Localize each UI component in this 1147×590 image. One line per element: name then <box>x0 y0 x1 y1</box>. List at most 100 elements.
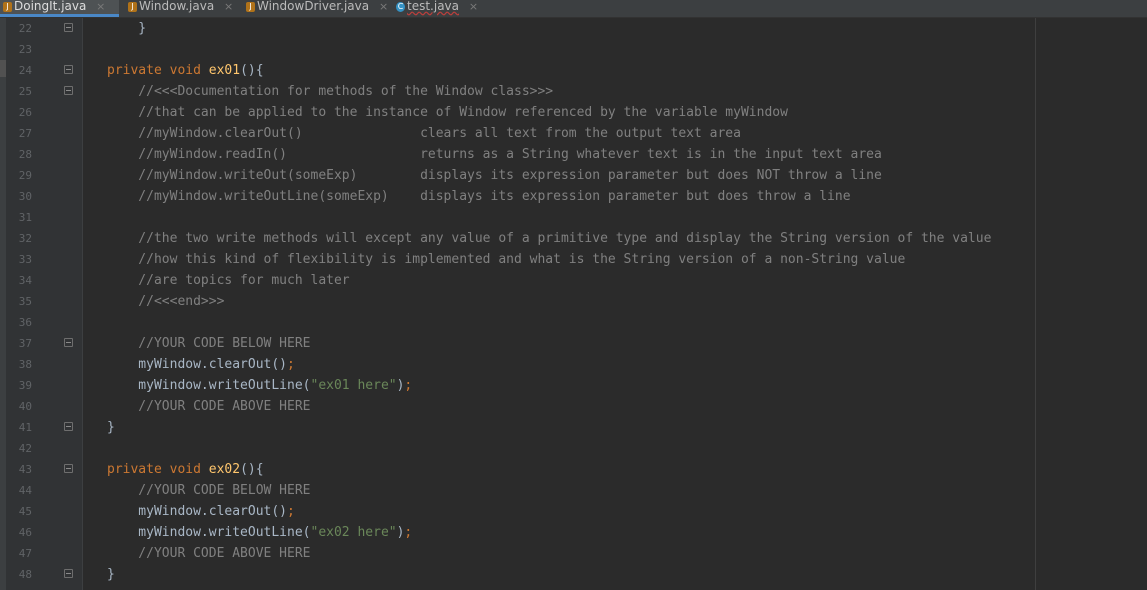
code-text: } <box>107 564 115 585</box>
code-line[interactable]: 23 <box>0 39 1147 60</box>
code-line[interactable]: 32 //the two write methods will except a… <box>0 228 1147 249</box>
code-editor[interactable]: 22 } 23 24 private void ex01(){25 //<<<Docu… <box>0 18 1147 590</box>
fold-icon[interactable] <box>64 464 73 473</box>
code-text: private void ex02(){ <box>107 459 264 480</box>
code-line[interactable]: 30 //myWindow.writeOutLine(someExp) disp… <box>0 186 1147 207</box>
line-number: 28 <box>18 148 32 161</box>
code-text: //YOUR CODE ABOVE HERE <box>107 396 311 417</box>
line-number: 23 <box>18 43 32 56</box>
code-text: } <box>107 417 115 438</box>
code-line[interactable]: 37 //YOUR CODE BELOW HERE <box>0 333 1147 354</box>
code-line[interactable]: 47 //YOUR CODE ABOVE HERE <box>0 543 1147 564</box>
code-token: } <box>107 420 115 435</box>
code-token: //myWindow.writeOutLine(someExp) display… <box>107 189 851 204</box>
close-icon[interactable]: × <box>379 0 388 13</box>
code-line[interactable]: 31 <box>0 207 1147 228</box>
line-number: 35 <box>18 295 32 308</box>
code-token: "ex01 here" <box>310 378 397 393</box>
code-line[interactable]: 39 myWindow.writeOutLine("ex01 here"); <box>0 375 1147 396</box>
line-number: 48 <box>18 568 32 581</box>
code-token: myWindow.writeOutLine( <box>107 378 311 393</box>
code-text: //YOUR CODE BELOW HERE <box>107 333 311 354</box>
code-line[interactable]: 24 private void ex01(){ <box>0 60 1147 81</box>
code-token: //YOUR CODE ABOVE HERE <box>107 546 311 561</box>
code-text: //the two write methods will except any … <box>107 228 991 249</box>
code-token: (){ <box>240 63 264 78</box>
code-token: //YOUR CODE BELOW HERE <box>107 483 311 498</box>
code-line[interactable]: 46 myWindow.writeOutLine("ex02 here"); <box>0 522 1147 543</box>
fold-icon[interactable] <box>64 86 73 95</box>
code-line[interactable]: 45 myWindow.clearOut(); <box>0 501 1147 522</box>
code-text: //myWindow.readIn() returns as a String … <box>107 144 882 165</box>
code-text: //<<<Documentation for methods of the Wi… <box>107 81 553 102</box>
code-token: //<<<Documentation for methods of the Wi… <box>107 84 554 99</box>
editor-tab-bar: ‹ J DoingIt.java × J Window.java × J Win… <box>0 0 1147 18</box>
fold-icon[interactable] <box>64 569 73 578</box>
code-token: } <box>107 21 147 36</box>
code-text: //are topics for much later <box>107 270 350 291</box>
line-number: 32 <box>18 232 32 245</box>
code-token: ex02 <box>208 462 241 477</box>
close-icon[interactable]: × <box>96 0 105 13</box>
code-line[interactable]: 48} <box>0 564 1147 585</box>
code-line[interactable]: 40 //YOUR CODE ABOVE HERE <box>0 396 1147 417</box>
tab-label: Window.java <box>139 0 215 13</box>
code-line[interactable]: 29 //myWindow.writeOut(someExp) displays… <box>0 165 1147 186</box>
code-token: } <box>107 567 115 582</box>
line-number: 45 <box>18 505 32 518</box>
line-number: 26 <box>18 106 32 119</box>
code-line[interactable]: 25 //<<<Documentation for methods of the… <box>0 81 1147 102</box>
code-line[interactable]: 28 //myWindow.readIn() returns as a Stri… <box>0 144 1147 165</box>
code-token: //YOUR CODE BELOW HERE <box>107 336 311 351</box>
code-text: //YOUR CODE ABOVE HERE <box>107 543 311 564</box>
code-token: void <box>169 63 201 78</box>
close-icon[interactable]: × <box>224 0 233 13</box>
tab-label: test.java <box>407 0 460 13</box>
code-line[interactable]: 42 <box>0 438 1147 459</box>
tab-window-java[interactable]: J Window.java × <box>125 0 235 17</box>
tab-doingit-java[interactable]: J DoingIt.java × <box>0 0 119 17</box>
line-number: 24 <box>18 64 32 77</box>
line-number: 31 <box>18 211 32 224</box>
code-line[interactable]: 22 } <box>0 18 1147 39</box>
code-token: //YOUR CODE ABOVE HERE <box>107 399 311 414</box>
fold-icon[interactable] <box>64 23 73 32</box>
code-token: void <box>169 462 201 477</box>
code-line[interactable]: 34 //are topics for much later <box>0 270 1147 291</box>
code-line[interactable]: 26 //that can be applied to the instance… <box>0 102 1147 123</box>
code-line[interactable]: 44 //YOUR CODE BELOW HERE <box>0 480 1147 501</box>
close-icon[interactable]: × <box>469 0 478 13</box>
code-text: //YOUR CODE BELOW HERE <box>107 480 311 501</box>
code-text: //myWindow.writeOut(someExp) displays it… <box>107 165 882 186</box>
line-number: 47 <box>18 547 32 560</box>
code-line[interactable]: 27 //myWindow.clearOut() clears all text… <box>0 123 1147 144</box>
code-token: myWindow.writeOutLine( <box>107 525 311 540</box>
fold-icon[interactable] <box>64 65 73 74</box>
code-text: myWindow.clearOut(); <box>107 354 295 375</box>
tab-test-java[interactable]: C test.java × <box>393 0 483 17</box>
code-line[interactable]: 36 <box>0 312 1147 333</box>
line-number: 43 <box>18 463 32 476</box>
code-text: //myWindow.clearOut() clears all text fr… <box>107 123 741 144</box>
code-token: myWindow.clearOut() <box>107 357 288 372</box>
code-token: private <box>107 63 162 78</box>
tab-windowdriver-java[interactable]: J WindowDriver.java × <box>243 0 388 17</box>
fold-icon[interactable] <box>64 338 73 347</box>
line-number: 37 <box>18 337 32 350</box>
code-token: //myWindow.clearOut() clears all text fr… <box>107 126 741 141</box>
code-token: //<<<end>>> <box>107 294 225 309</box>
code-line[interactable]: 33 //how this kind of flexibility is imp… <box>0 249 1147 270</box>
line-number: 22 <box>18 22 32 35</box>
code-text: myWindow.writeOutLine("ex02 here"); <box>107 522 412 543</box>
code-line[interactable]: 43 private void ex02(){ <box>0 459 1147 480</box>
code-token: //are topics for much later <box>107 273 350 288</box>
code-token: //how this kind of flexibility is implem… <box>107 252 906 267</box>
code-token: ; <box>404 378 413 393</box>
code-line[interactable]: 35 //<<<end>>> <box>0 291 1147 312</box>
code-line[interactable]: 41} <box>0 417 1147 438</box>
code-text: } <box>107 18 146 39</box>
fold-icon[interactable] <box>64 422 73 431</box>
code-line[interactable]: 38 myWindow.clearOut(); <box>0 354 1147 375</box>
code-token: //myWindow.writeOut(someExp) displays it… <box>107 168 882 183</box>
